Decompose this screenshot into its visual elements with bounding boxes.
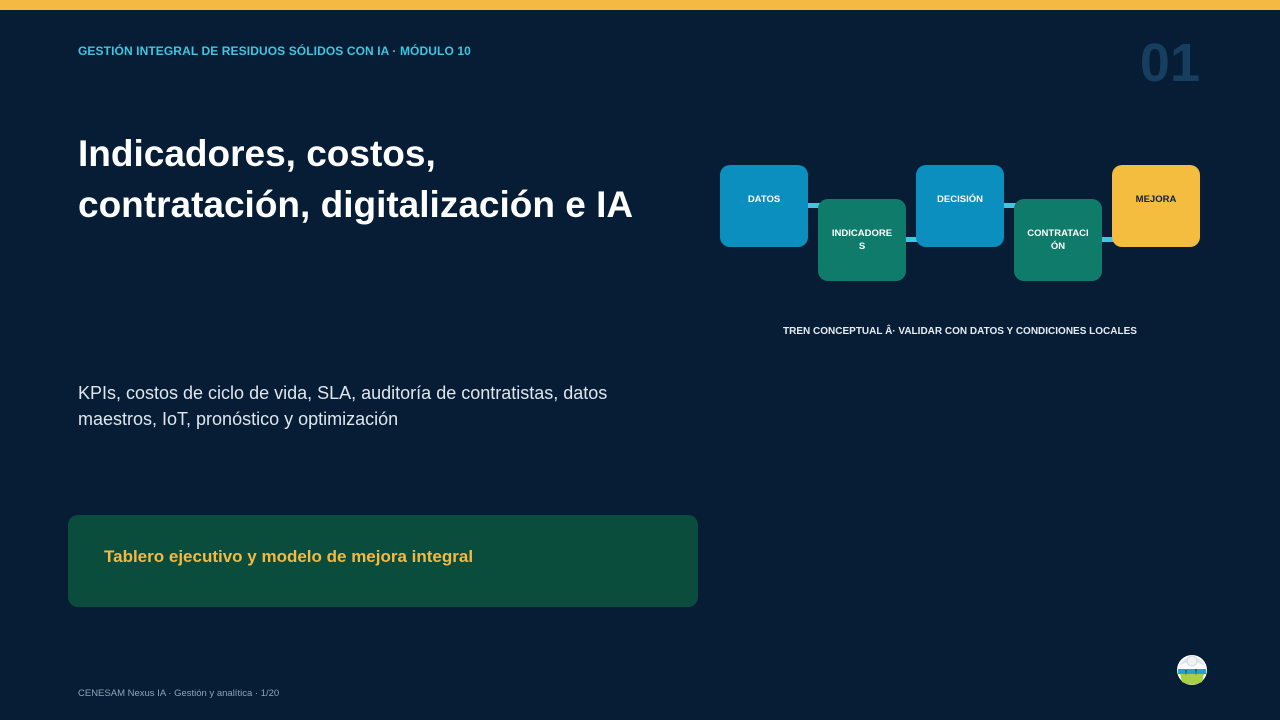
callout-text: Tablero ejecutivo y modelo de mejora int… — [104, 547, 474, 566]
title-line-2: contratación, digitalización e IA — [78, 184, 634, 225]
top-accent-bar — [0, 0, 1280, 10]
flow-step-decision: DECISIÓN — [916, 165, 1004, 247]
module-tag: GESTIÓN INTEGRAL DE RESIDUOS SÓLIDOS CON… — [78, 44, 471, 58]
flow-step-label: DATOS — [747, 194, 781, 205]
flow-step-indicadores: INDICADORES — [818, 199, 906, 281]
organization-logo-icon — [1177, 655, 1207, 685]
footer-text: CENESAM Nexus IA · Gestión y analítica ·… — [78, 688, 280, 699]
slide-title: Indicadores, costos, contratación, digit… — [78, 128, 678, 230]
flow-step-label: CONTRATACIÓN — [1027, 228, 1089, 252]
flow-step-mejora: MEJORA — [1112, 165, 1200, 247]
slide-number: 01 — [1139, 33, 1200, 93]
flow-step-contratacion: CONTRATACIÓN — [1014, 199, 1102, 281]
slide-subtitle: KPIs, costos de ciclo de vida, SLA, audi… — [78, 383, 608, 429]
title-line-1: Indicadores, costos, — [78, 133, 436, 174]
process-flow-diagram: DATOS INDICADORES DECISIÓN CONTRATACIÓN … — [0, 0, 1280, 720]
flow-step-datos: DATOS — [720, 165, 808, 247]
flow-step-label: DECISIÓN — [937, 194, 983, 205]
flow-caption: TREN CONCEPTUAL Â· VALIDAR CON DATOS Y C… — [783, 326, 1137, 337]
flow-step-label: MEJORA — [1135, 194, 1177, 205]
flow-step-label: INDICADORES — [831, 228, 893, 252]
callout-box: Tablero ejecutivo y modelo de mejora int… — [68, 515, 698, 607]
